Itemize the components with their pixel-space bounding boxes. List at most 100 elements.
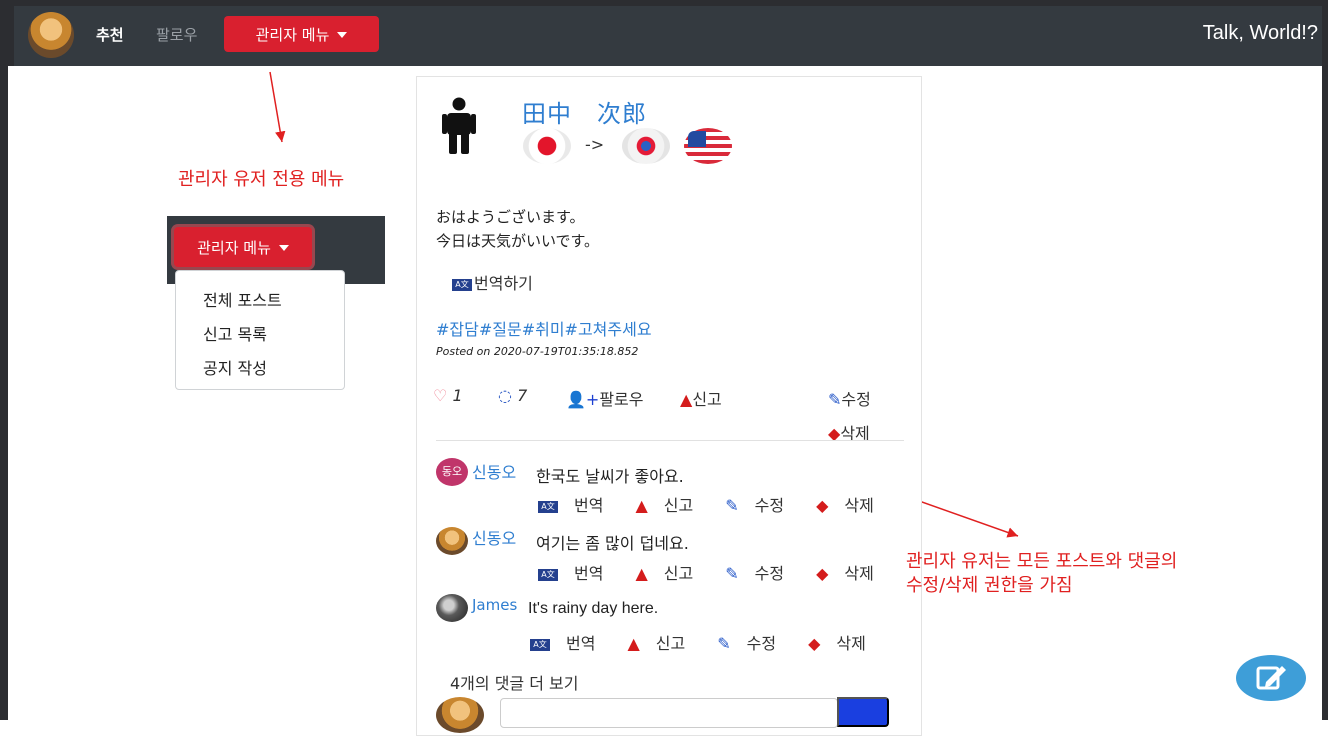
dropdown-item-notice[interactable]: 공지 작성	[203, 355, 267, 379]
post-follow-label: 팔로우	[599, 390, 643, 409]
send-comment-button[interactable]	[837, 697, 889, 727]
comment-delete-button[interactable]: ◆ 삭제	[808, 634, 882, 653]
compose-button[interactable]	[1236, 655, 1306, 701]
post-translate-button[interactable]: A文번역하기	[452, 270, 533, 294]
warning-icon: ▲	[627, 634, 639, 653]
post-report-button[interactable]: ▲신고	[680, 386, 722, 410]
comment-delete-button[interactable]: ◆ 삭제	[816, 564, 890, 583]
post-line-2: 今日は天気がいいです。	[436, 230, 599, 251]
permission-caption-line-1: 관리자 유저는 모든 포스트와 댓글의	[906, 550, 1177, 574]
admin-menu-caption: 관리자 유저 전용 메뉴	[178, 168, 344, 192]
comment-text: 한국도 날씨가 좋아요.	[536, 463, 684, 487]
comment-edit-button[interactable]: ✎ 수정	[725, 564, 800, 583]
menu-annotation-arrow	[270, 72, 282, 142]
japan-flag-icon	[523, 128, 571, 164]
comment-report-label: 신고	[656, 634, 685, 653]
admin-menu-demo-label: 관리자 메뉴	[197, 239, 271, 257]
comment-avatar[interactable]	[436, 527, 468, 555]
comment-avatar[interactable]: 동오	[436, 458, 468, 486]
post-translate-label: 번역하기	[474, 274, 533, 293]
translate-icon: A文	[538, 501, 558, 513]
post-line-1: おはようございます。	[436, 206, 585, 227]
comment-translate-label: 번역	[566, 634, 595, 653]
translate-icon: A文	[452, 279, 472, 291]
eraser-icon: ◆	[816, 564, 828, 583]
comment-actions: A文 번역 ▲ 신고 ✎ 수정 ◆ 삭제	[530, 630, 898, 654]
pencil-icon: ✎	[725, 564, 738, 583]
comment-edit-label: 수정	[747, 634, 776, 653]
post-tags[interactable]: #잡담#질문#취미#고쳐주세요	[436, 316, 652, 340]
comment-count: 7	[517, 386, 527, 405]
comment-translate-button[interactable]: A文 번역	[530, 634, 611, 653]
post-edit-button[interactable]: ✎수정	[828, 386, 871, 410]
user-plus-icon: 👤+	[566, 390, 599, 409]
comment-delete-button[interactable]: ◆ 삭제	[816, 496, 890, 515]
eraser-icon: ◆	[816, 496, 828, 515]
nav-follow-link[interactable]: 팔로우	[156, 24, 197, 45]
admin-menu-label: 관리자 메뉴	[256, 26, 330, 44]
permission-caption-line-2: 수정/삭제 권한을 가짐	[906, 574, 1073, 598]
post-follow-button[interactable]: 👤+팔로우	[566, 386, 644, 410]
admin-dropdown-menu: 전체 포스트 신고 목록 공지 작성	[175, 270, 345, 390]
comment-text: 여기는 좀 많이 덥네요.	[536, 530, 689, 554]
person-icon	[442, 97, 476, 155]
pencil-icon: ✎	[828, 390, 841, 409]
korea-flag-icon	[622, 128, 670, 164]
comment-report-button[interactable]: ▲ 신고	[627, 634, 701, 653]
admin-menu-button[interactable]: 관리자 메뉴	[224, 16, 379, 52]
comment-actions: A文 번역 ▲ 신고 ✎ 수정 ◆ 삭제	[538, 560, 906, 584]
comment-translate-button[interactable]: A文 번역	[538, 496, 619, 515]
post-author[interactable]: 田中 次郎	[522, 94, 647, 129]
comment-edit-button[interactable]: ✎ 수정	[725, 496, 800, 515]
comment-input[interactable]	[500, 698, 838, 728]
comment-translate-label: 번역	[574, 564, 603, 583]
comment-report-button[interactable]: ▲신고	[635, 496, 709, 515]
admin-menu-demo-button[interactable]: 관리자 메뉴	[174, 227, 312, 267]
pencil-icon: ✎	[717, 634, 730, 653]
comment-delete-label: 삭제	[844, 564, 873, 583]
brand-title[interactable]: Talk, World!?	[1203, 22, 1318, 45]
heart-icon: ♡	[433, 386, 447, 405]
comment-avatar[interactable]	[436, 594, 468, 622]
comment-delete-label: 삭제	[836, 634, 865, 653]
caret-down-icon	[337, 32, 347, 38]
post-report-label: 신고	[692, 390, 721, 409]
comment-author[interactable]: 신동오	[472, 459, 516, 483]
compose-icon	[1236, 655, 1306, 701]
current-user-avatar	[436, 697, 484, 733]
comment-translate-label: 번역	[574, 496, 603, 515]
comment-actions: A文 번역 ▲신고 ✎ 수정 ◆ 삭제	[538, 492, 906, 516]
language-arrow: ->	[585, 135, 604, 154]
comment-author[interactable]: James	[472, 596, 517, 614]
warning-icon: ▲	[680, 390, 692, 409]
top-navbar: 추천 팔로우 관리자 메뉴 Talk, World!?	[0, 0, 1328, 66]
dropdown-item-all-posts[interactable]: 전체 포스트	[203, 287, 282, 311]
like-count: 1	[452, 386, 462, 405]
comment-edit-label: 수정	[755, 564, 784, 583]
more-comments-link[interactable]: 4개의 댓글 더 보기	[450, 670, 578, 694]
comment-delete-label: 삭제	[844, 496, 873, 515]
comment-edit-label: 수정	[755, 496, 784, 515]
translate-icon: A文	[530, 639, 550, 651]
comment-text: It's rainy day here.	[528, 600, 658, 618]
post-divider	[436, 440, 904, 441]
nav-recommend-link[interactable]: 추천	[96, 24, 124, 45]
comment-author[interactable]: 신동오	[472, 525, 516, 549]
comment-translate-button[interactable]: A文 번역	[538, 564, 619, 583]
comment-report-label: 신고	[664, 564, 693, 583]
comment-button[interactable]: ◌ 7	[498, 386, 527, 405]
comment-icon: ◌	[498, 386, 512, 405]
like-button[interactable]: ♡ 1	[433, 386, 463, 405]
usa-flag-icon	[684, 128, 732, 164]
comment-report-button[interactable]: ▲ 신고	[635, 564, 709, 583]
warning-icon: ▲	[635, 496, 647, 515]
user-avatar[interactable]	[28, 12, 74, 58]
dropdown-item-reports[interactable]: 신고 목록	[203, 321, 267, 345]
pencil-icon: ✎	[725, 496, 738, 515]
translate-icon: A文	[538, 569, 558, 581]
post-timestamp: Posted on 2020-07-19T01:35:18.852	[436, 345, 638, 358]
eraser-icon: ◆	[808, 634, 820, 653]
caret-down-icon	[279, 245, 289, 251]
comment-edit-button[interactable]: ✎ 수정	[717, 634, 792, 653]
warning-icon: ▲	[635, 564, 647, 583]
